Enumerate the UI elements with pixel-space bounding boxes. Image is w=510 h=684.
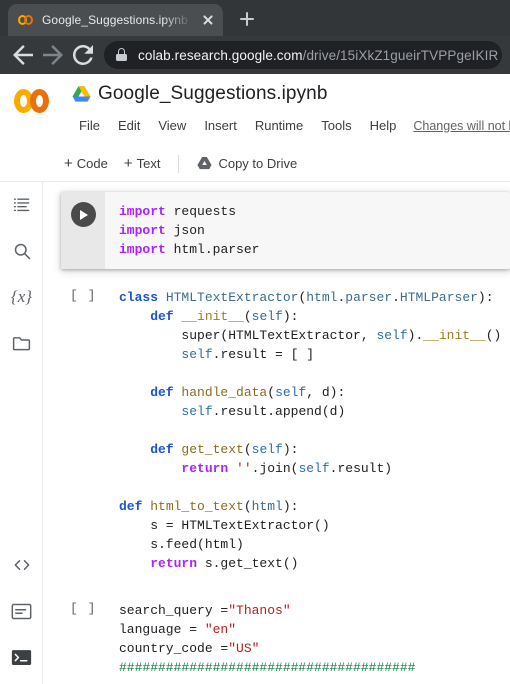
browser-tab[interactable]: Google_Suggestions.ipynb - Cola <box>8 4 223 36</box>
variables-icon: {x} <box>10 287 33 306</box>
add-code-cell-button[interactable]: + Code <box>56 152 116 175</box>
tab-title: Google_Suggestions.ipynb - Cola <box>42 13 197 27</box>
cell-gutter <box>61 192 105 269</box>
page-title[interactable]: Google_Suggestions.ipynb <box>98 83 328 105</box>
cell-editor[interactable]: search_query ="Thanos" language = "en" c… <box>105 592 510 684</box>
reload-icon[interactable] <box>68 40 98 70</box>
add-text-label: Text <box>136 156 161 171</box>
code-cell-2[interactable]: [ ] class HTMLTextExtractor(html.parser.… <box>61 279 510 582</box>
notebook-cells-container: import requests import json import html.… <box>43 182 510 684</box>
notebook-toolbar: + Code + Text Copy to Drive <box>0 146 510 182</box>
run-cell-icon[interactable] <box>70 202 96 227</box>
add-text-cell-button[interactable]: + Text <box>116 152 169 175</box>
cell-source-1: import requests import json import html.… <box>119 204 260 257</box>
cell-prompt-2[interactable]: [ ] <box>61 279 105 582</box>
notebook-title-row: Google_Suggestions.ipynb <box>72 83 328 105</box>
menu-runtime[interactable]: Runtime <box>246 114 312 137</box>
colab-header: Google_Suggestions.ipynb File Edit View … <box>0 74 510 146</box>
sidebar-item-search[interactable] <box>0 228 43 274</box>
toolbar-divider <box>178 154 180 173</box>
close-icon[interactable] <box>199 11 217 29</box>
new-tab-button[interactable] <box>233 5 261 33</box>
code-cell-3[interactable]: [ ] search_query ="Thanos" language = "e… <box>61 592 510 684</box>
menu-view[interactable]: View <box>149 114 195 137</box>
google-drive-icon <box>72 85 91 103</box>
copy-to-drive-label: Copy to Drive <box>218 156 298 171</box>
left-rail-bottom <box>0 542 43 680</box>
files-icon <box>11 333 32 354</box>
forward-arrow-icon[interactable] <box>38 40 68 70</box>
url-path: /drive/15iXkZ1gueirTVPPgeIKIR <box>302 47 499 63</box>
add-code-label: Code <box>76 156 108 171</box>
browser-window: Google_Suggestions.ipynb - Cola colab.re… <box>0 0 510 684</box>
sidebar-item-files[interactable] <box>0 320 43 366</box>
code-snippets-icon <box>12 555 32 575</box>
address-bar[interactable]: colab.research.google.com/drive/15iXkZ1g… <box>104 41 502 69</box>
cell-source-2: class HTMLTextExtractor(html.parser.HTML… <box>119 290 502 571</box>
table-of-contents-icon <box>12 195 32 215</box>
menu-help[interactable]: Help <box>361 114 406 137</box>
menu-bar: File Edit View Insert Runtime Tools Help… <box>70 114 510 137</box>
cell-editor[interactable]: import requests import json import html.… <box>105 192 510 269</box>
colab-logo[interactable] <box>12 86 58 116</box>
tab-strip: Google_Suggestions.ipynb - Cola <box>0 0 510 36</box>
command-palette-icon <box>11 603 32 620</box>
url-text: colab.research.google.com/drive/15iXkZ1g… <box>138 48 498 63</box>
terminal-icon <box>11 649 32 666</box>
url-domain: colab.research.google.com <box>138 47 303 63</box>
menu-file[interactable]: File <box>70 114 109 137</box>
left-icon-rail: {x} <box>0 182 43 684</box>
lock-icon <box>114 48 128 62</box>
sidebar-item-table-of-contents[interactable] <box>0 182 43 228</box>
plus-icon: + <box>123 155 133 172</box>
back-arrow-icon[interactable] <box>8 40 38 70</box>
colab-page: Google_Suggestions.ipynb File Edit View … <box>0 74 510 684</box>
cell-prompt-3[interactable]: [ ] <box>61 592 105 684</box>
sidebar-item-variables[interactable]: {x} <box>0 274 43 320</box>
plus-icon: + <box>64 155 73 172</box>
copy-to-drive-button[interactable]: Copy to Drive <box>189 152 305 175</box>
menu-edit[interactable]: Edit <box>109 114 149 137</box>
menu-insert[interactable]: Insert <box>195 114 246 137</box>
sidebar-item-code-snippets[interactable] <box>0 542 43 588</box>
menu-tools[interactable]: Tools <box>312 114 360 137</box>
sidebar-item-terminal[interactable] <box>0 634 43 680</box>
drive-icon <box>197 157 213 170</box>
colab-favicon-icon <box>18 12 34 28</box>
sidebar-item-command-palette[interactable] <box>0 588 43 634</box>
cell-source-3: search_query ="Thanos" language = "en" c… <box>119 603 416 675</box>
search-icon <box>12 241 32 261</box>
code-cell-1[interactable]: import requests import json import html.… <box>61 192 510 269</box>
save-status-text: Changes will not b <box>413 118 510 133</box>
cell-editor[interactable]: class HTMLTextExtractor(html.parser.HTML… <box>105 279 510 582</box>
browser-toolbar: colab.research.google.com/drive/15iXkZ1g… <box>0 36 510 74</box>
